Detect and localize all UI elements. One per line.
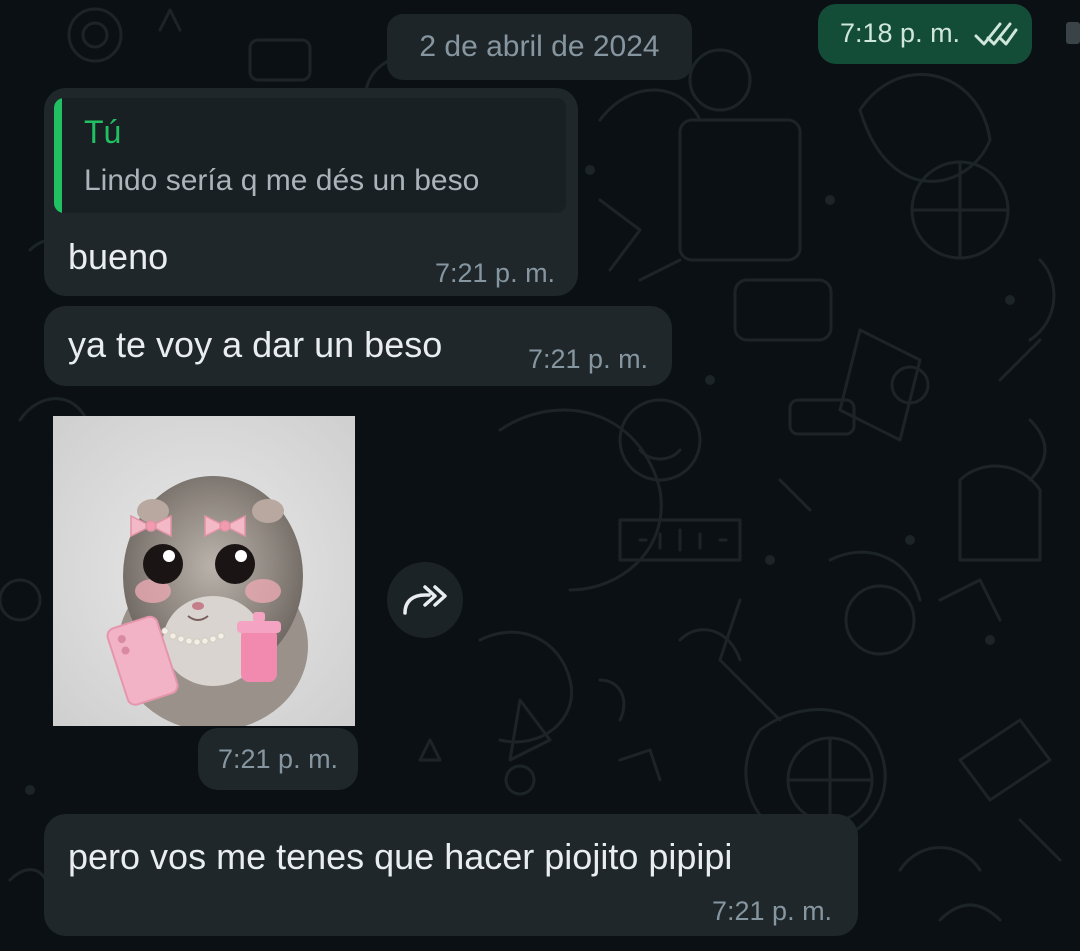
message-time: 7:21 p. m. [218, 744, 339, 774]
message-text: ya te voy a dar un beso [68, 324, 443, 365]
double-check-icon [974, 20, 1018, 53]
message-time: 7:18 p. m. [840, 18, 961, 48]
hamster-sticker-image[interactable] [53, 416, 355, 726]
quote-accent-bar [54, 98, 62, 213]
message-time: 7:21 p. m. [435, 258, 556, 288]
outgoing-message-bubble[interactable]: 7:18 p. m. [818, 4, 1032, 64]
message-text: bueno [68, 236, 169, 277]
hamster-sticker-image [53, 416, 355, 726]
message-time: 7:21 p. m. [712, 896, 833, 926]
quote-text: Lindo sería q me dés un beso [84, 164, 480, 197]
forward-icon[interactable] [387, 562, 463, 638]
message-text: pero vos me tenes que hacer piojito pipi… [68, 836, 733, 877]
image-timestamp-chip: 7:21 p. m. [198, 728, 358, 790]
scroll-indicator [1066, 22, 1080, 44]
quoted-reply[interactable]: Tú Lindo sería q me dés un beso [54, 98, 566, 213]
quote-author: Tú [84, 114, 122, 150]
message-time: 7:21 p. m. [528, 344, 649, 374]
date-divider: 2 de abril de 2024 [387, 14, 692, 80]
